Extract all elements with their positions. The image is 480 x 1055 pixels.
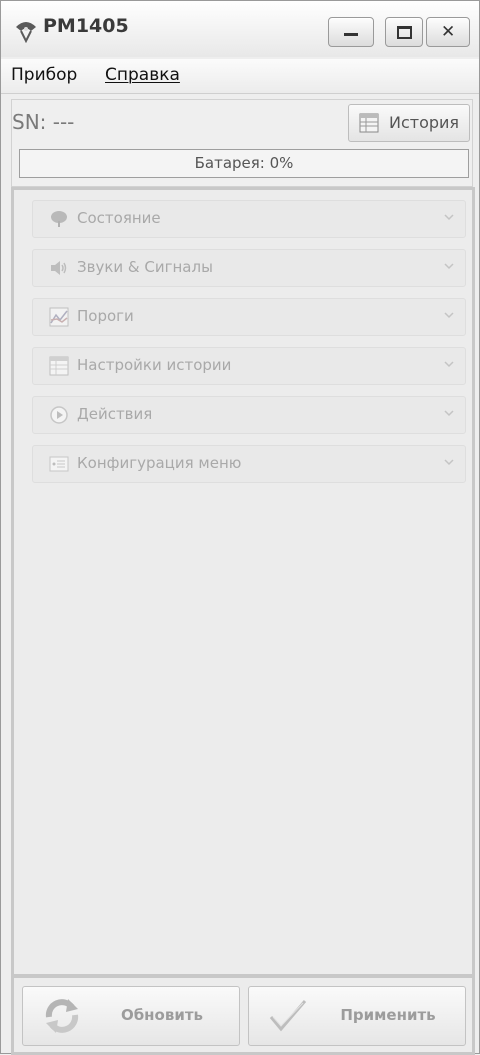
section-actions[interactable]: Действия [32, 396, 466, 434]
speaker-icon [51, 261, 67, 275]
title-bar: PM1405 ✕ [1, 1, 479, 57]
apply-button[interactable]: Применить [248, 986, 466, 1046]
tree-icon [51, 211, 67, 227]
section-sounds[interactable]: Звуки & Сигналы [32, 249, 466, 287]
section-thresholds-label: Пороги [77, 307, 134, 325]
maximize-icon [397, 26, 412, 39]
section-menu-config[interactable]: Конфигурация меню [32, 445, 466, 483]
battery-label: Батарея: 0% [194, 154, 294, 172]
section-sounds-label: Звуки & Сигналы [77, 258, 213, 276]
play-circle-icon [50, 406, 68, 424]
section-history-settings-label: Настройки истории [77, 356, 232, 374]
section-status[interactable]: Состояние [32, 200, 466, 238]
chevron-down-icon [444, 263, 454, 270]
section-actions-label: Действия [77, 405, 153, 423]
close-icon: ✕ [441, 22, 456, 42]
app-window: PM1405 ✕ Прибор Справка SN: --- История [0, 0, 480, 1055]
action-panel: Обновить Применить [11, 975, 475, 1055]
history-button-label: История [389, 113, 460, 132]
menu-item-help[interactable]: Справка [105, 65, 180, 85]
table-icon [49, 356, 69, 376]
refresh-button[interactable]: Обновить [22, 986, 240, 1046]
serial-number: SN: --- [12, 110, 75, 134]
table-icon [359, 113, 379, 133]
chart-icon [49, 307, 69, 327]
chevron-down-icon [444, 361, 454, 368]
chevron-down-icon [444, 312, 454, 319]
section-status-label: Состояние [77, 209, 161, 227]
menu-list-icon [49, 456, 69, 472]
chevron-down-icon [444, 410, 454, 417]
chevron-down-icon [444, 459, 454, 466]
refresh-icon [45, 999, 79, 1033]
maximize-button[interactable] [385, 17, 423, 47]
settings-accordion: Состояние Звуки & Сигналы Пороги Настрой… [11, 187, 475, 977]
menu-item-device[interactable]: Прибор [11, 65, 77, 85]
minimize-icon [344, 33, 358, 36]
checkmark-icon [269, 1000, 307, 1032]
section-menu-config-label: Конфигурация меню [77, 454, 242, 472]
close-button[interactable]: ✕ [426, 17, 470, 47]
menu-bar: Прибор Справка [1, 59, 479, 94]
history-button[interactable]: История [348, 104, 470, 142]
apply-button-label: Применить [340, 1006, 436, 1024]
app-logo-icon [16, 22, 36, 43]
section-thresholds[interactable]: Пороги [32, 298, 466, 336]
battery-bar: Батарея: 0% [19, 149, 469, 178]
minimize-button[interactable] [328, 17, 374, 47]
chevron-down-icon [444, 214, 454, 221]
window-title: PM1405 [43, 15, 129, 37]
section-history-settings[interactable]: Настройки истории [32, 347, 466, 385]
refresh-button-label: Обновить [120, 1006, 204, 1024]
